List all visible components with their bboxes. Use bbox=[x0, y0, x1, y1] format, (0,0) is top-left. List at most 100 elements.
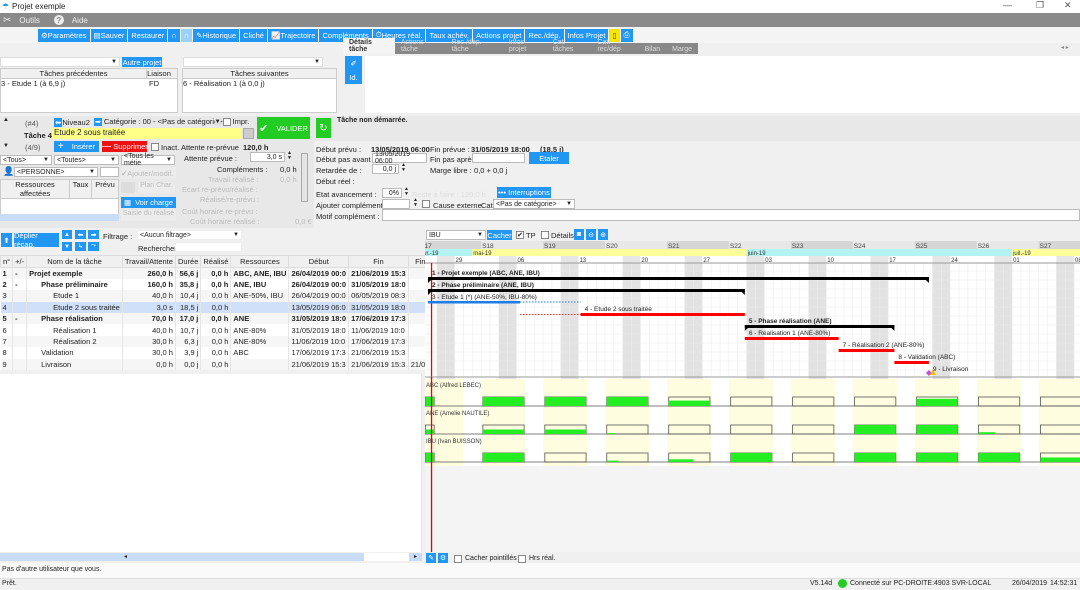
table-row[interactable]: 1- Projet exemple 260,0 h 56,6 j 0,0 h ABC, A… bbox=[0, 267, 490, 279]
close-icon[interactable]: ✕ bbox=[1064, 0, 1072, 11]
tab-scroll-arrows[interactable]: ◂ ▸ bbox=[1061, 44, 1069, 51]
help-icon[interactable]: ? bbox=[53, 15, 64, 25]
view-load-button[interactable]: ▦ Voir charge bbox=[121, 197, 176, 208]
delayed-input[interactable]: 0,0 j bbox=[372, 164, 399, 174]
outdent-button[interactable]: ⬅ bbox=[75, 230, 86, 239]
menu-item-help[interactable]: Aide bbox=[72, 16, 88, 25]
tab-project-info[interactable]: Infos projet bbox=[503, 38, 547, 54]
collapse-up-button[interactable]: ⬆ bbox=[1, 233, 12, 247]
col-toggle[interactable]: +/- bbox=[12, 255, 28, 268]
tp-checkbox[interactable]: ✔ bbox=[516, 231, 524, 239]
validate-button[interactable]: ✔ VALIDER bbox=[257, 117, 310, 139]
col-duration[interactable]: Durée bbox=[174, 255, 202, 268]
move-down-button[interactable]: ▼ bbox=[62, 242, 72, 251]
job-filter-select[interactable]: <Tous les métie ▼ bbox=[121, 153, 175, 167]
col-number[interactable]: n° bbox=[0, 255, 14, 268]
other-project-button[interactable]: Autre projet bbox=[122, 57, 162, 67]
resource-select[interactable]: IBU ▼ bbox=[426, 230, 486, 240]
details-checkbox[interactable] bbox=[541, 231, 549, 239]
prev-task-row[interactable]: 3 - Etude 1 (à 6,9 j) FD bbox=[1, 79, 177, 88]
redo-button[interactable]: ∩ bbox=[180, 28, 193, 42]
tab-task-details[interactable]: Détails tâche bbox=[343, 38, 395, 54]
team-filter-select[interactable]: <Tous> ▼ bbox=[0, 155, 52, 165]
prev-task-arrow[interactable]: ▲ bbox=[3, 117, 9, 123]
next-task-row[interactable]: 6 - Réalisation 1 (à 0,0 j) bbox=[183, 79, 336, 88]
progress-input[interactable]: 0% bbox=[382, 188, 402, 198]
attach-button[interactable]: ✐ bbox=[345, 56, 362, 70]
spinner-icon[interactable]: ▲ ▼ bbox=[401, 163, 406, 173]
add-modify-button[interactable]: ✔ Ajouter/modif. bbox=[121, 167, 176, 179]
indent-button[interactable]: ➡ bbox=[88, 230, 99, 239]
link-button[interactable]: ↳ bbox=[75, 242, 86, 251]
snapshot-button[interactable]: Cliché bbox=[240, 28, 267, 42]
inactive-checkbox[interactable] bbox=[151, 143, 159, 151]
spinner-icon[interactable]: ▲ ▼ bbox=[404, 187, 409, 197]
group-filter-select[interactable]: <Toutes> ▼ bbox=[54, 155, 119, 165]
table-row[interactable]: 3 Etude 1 40,0 h 10,4 j 0,0 h ANE-50%, IBU 26/… bbox=[0, 290, 490, 302]
col-work[interactable]: Travail/Attente bbox=[121, 255, 176, 268]
tools-icon[interactable]: ✂ bbox=[3, 15, 11, 26]
expand-summary-button[interactable]: Déplier récap. bbox=[14, 231, 59, 249]
move-up-button[interactable]: ▲ bbox=[62, 230, 72, 239]
reason-input[interactable] bbox=[382, 209, 1080, 221]
zoom-in-button[interactable]: ⊕ bbox=[598, 229, 608, 240]
external-cause-checkbox[interactable] bbox=[422, 200, 430, 208]
save-button[interactable]: ▤ Sauver bbox=[90, 28, 128, 42]
refresh-button[interactable]: ↻ bbox=[316, 118, 331, 138]
delete-button[interactable]: — Supprimer bbox=[101, 141, 148, 152]
hide-dotted-checkbox[interactable] bbox=[454, 555, 462, 563]
category-select[interactable]: 00 - <Pas de catégorie> bbox=[143, 117, 223, 126]
menu-item-tools[interactable]: Outils bbox=[19, 16, 39, 25]
plan-load-button[interactable]: Plan Char. bbox=[138, 182, 175, 193]
next-task-arrow[interactable]: ▼ bbox=[3, 143, 9, 149]
spinner-icon[interactable]: ▲ ▼ bbox=[413, 198, 418, 208]
spinner-icon[interactable]: ▲ ▼ bbox=[287, 151, 292, 161]
interruptions-button[interactable]: ••• Interruptions bbox=[497, 187, 551, 198]
filter-select[interactable]: <Aucun filtrage> ▼ bbox=[137, 230, 242, 240]
remove-resource-button[interactable] bbox=[121, 182, 135, 193]
col-done[interactable]: Réalisé bbox=[200, 255, 232, 268]
next-project-select[interactable]: ▼ bbox=[183, 57, 323, 67]
complement-category-select[interactable]: <Pas de catégorie> ▼ bbox=[493, 199, 575, 209]
tab-task-actions[interactable]: Actions tâche bbox=[395, 38, 446, 54]
tab-task-rec-dep[interactable]: Rec./dép. tâche bbox=[446, 38, 503, 54]
unlink-button[interactable]: ⤳ bbox=[88, 242, 99, 251]
add-complement-input[interactable] bbox=[382, 199, 410, 209]
col-end[interactable]: Fin bbox=[348, 255, 409, 268]
scroll-right-icon[interactable]: ▸ bbox=[414, 553, 417, 560]
id-button[interactable]: Id. bbox=[345, 70, 362, 84]
minimize-icon[interactable]: — bbox=[1003, 0, 1012, 10]
search-input[interactable] bbox=[175, 242, 242, 252]
settings-button[interactable]: ⚙ Paramètres bbox=[38, 28, 90, 42]
table-row[interactable]: 4 Etude 2 sous traitée 3,0 s 18,5 j 0,0 h 13/… bbox=[0, 301, 490, 314]
table-horizontal-scrollbar[interactable]: ◂ ▸ bbox=[0, 553, 422, 561]
spread-button[interactable]: Etaler bbox=[529, 152, 569, 164]
gantt-edit-button[interactable]: ✎ bbox=[426, 553, 436, 563]
table-row[interactable]: 8 Validation 30,0 h 3,9 j 0,0 h ABC 17/06/2019… bbox=[0, 347, 490, 359]
rate-input[interactable] bbox=[100, 167, 119, 177]
level-button[interactable]: ⬅ Niveau2 bbox=[54, 117, 90, 127]
table-row[interactable]: 6 Réalisation 1 40,0 h 10,7 j 0,0 h ANE-80% 31… bbox=[0, 324, 490, 336]
tab-balance[interactable]: Bilan bbox=[639, 45, 667, 54]
table-row[interactable]: 5- Phase réalisation 70,0 h 17,0 j 0,0 h ANE 3… bbox=[0, 313, 490, 325]
real-hours-checkbox[interactable] bbox=[518, 555, 526, 563]
history-button[interactable]: ✎ Historique bbox=[193, 28, 240, 42]
zoom-out-button[interactable]: ⊖ bbox=[586, 229, 596, 240]
col-start[interactable]: Début bbox=[288, 255, 350, 268]
table-row[interactable]: 9 Livraison 0,0 h 0,0 j 0,0 h 21/06/2019 15:3… bbox=[0, 358, 490, 371]
insert-button[interactable]: + Insérer bbox=[54, 141, 99, 152]
restore-button[interactable]: Restaurer bbox=[128, 28, 168, 42]
scroll-left-icon[interactable]: ◂ bbox=[124, 553, 127, 560]
arrow-right-icon[interactable]: ➡ bbox=[94, 117, 102, 126]
person-select[interactable]: <PERSONNE> ▼ bbox=[14, 167, 98, 177]
tab-task-categories[interactable]: Cat. tâches bbox=[547, 38, 592, 54]
task-color-box[interactable] bbox=[243, 128, 254, 139]
enter-actual-button[interactable]: Saisie du réalisé bbox=[121, 210, 176, 221]
wait-forecast-input[interactable]: 3,0 s bbox=[250, 152, 285, 162]
tab-margin[interactable]: Marge bbox=[666, 45, 698, 54]
prev-project-select[interactable]: ▼ bbox=[0, 57, 120, 67]
maximize-icon[interactable]: ❐ bbox=[1036, 0, 1044, 11]
col-resources[interactable]: Ressources bbox=[230, 255, 290, 268]
undo-button[interactable]: ∩ bbox=[168, 28, 180, 42]
end-not-after-input[interactable] bbox=[472, 153, 525, 163]
